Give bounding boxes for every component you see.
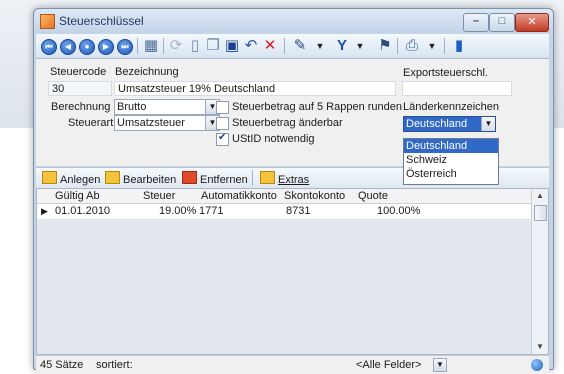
- window-title: Steuerschlüssel: [59, 14, 144, 28]
- toolbar-separator: [284, 38, 285, 54]
- first-record-icon[interactable]: ⏮: [41, 39, 57, 55]
- grid-icon[interactable]: ▦: [142, 37, 160, 55]
- minimize-button[interactable]: –: [463, 13, 489, 32]
- aenderbar-label: Steuerbetrag änderbar: [232, 117, 343, 129]
- column-skontokonto[interactable]: Skontokonto: [284, 190, 345, 202]
- steuerart-select[interactable]: Umsatzsteuer ▼: [114, 115, 220, 131]
- cell-quote: 100.00%: [377, 205, 421, 217]
- column-quote[interactable]: Quote: [358, 190, 388, 202]
- add-icon: [42, 171, 57, 184]
- maximize-button[interactable]: □: [489, 13, 515, 32]
- chevron-down-icon[interactable]: ▼: [481, 117, 495, 131]
- entfernen-button[interactable]: Entfernen: [182, 171, 248, 186]
- column-steuer[interactable]: Steuer: [143, 190, 175, 202]
- steuerart-value: Umsatzsteuer: [117, 117, 185, 129]
- exit-icon[interactable]: ▮: [450, 37, 468, 55]
- laenderkennzeichen-label: Länderkennzeichen: [403, 101, 500, 113]
- data-grid: Gültig Ab Steuer Automatikkonto Skontoko…: [36, 188, 549, 355]
- option-deutschland[interactable]: Deutschland: [404, 139, 498, 153]
- titlebar[interactable]: Steuerschlüssel – □ ✕: [34, 9, 553, 33]
- exportsteuerschl-field[interactable]: [402, 81, 512, 96]
- cell-gueltig-ab: 01.01.2010: [55, 205, 111, 217]
- toolbar-separator: [163, 38, 164, 54]
- option-oesterreich[interactable]: Österreich: [404, 167, 498, 181]
- current-row-icon: ▶: [41, 206, 48, 216]
- remove-icon: [182, 171, 197, 184]
- copy-icon[interactable]: ❐: [204, 37, 222, 55]
- steuercode-label: Steuercode: [50, 66, 107, 78]
- delete-icon[interactable]: ✕: [261, 37, 279, 55]
- rappen-label: Steuerbetrag auf 5 Rappen runden: [232, 101, 403, 113]
- steuerart-label: Steuerart: [68, 117, 114, 129]
- field-filter-select[interactable]: ▼: [433, 358, 447, 372]
- scroll-up-icon[interactable]: ▲: [532, 189, 548, 203]
- extras-icon: [260, 171, 275, 184]
- bezeichnung-label: Bezeichnung: [115, 66, 179, 78]
- flag-icon[interactable]: ⚑: [376, 37, 394, 55]
- cell-steuer: 19.00%: [159, 205, 197, 217]
- new-icon[interactable]: ▯: [186, 37, 204, 55]
- app-icon: [40, 14, 55, 29]
- print-dropdown-icon[interactable]: ▼: [423, 37, 441, 55]
- bezeichnung-field[interactable]: Umsatzsteuer 19% Deutschland: [114, 81, 396, 96]
- steuerschluessel-window: Steuerschlüssel – □ ✕ ⏮ ◀ ● ▶ ⏭ ▦ ⟳ ▯ ❐ …: [33, 8, 554, 374]
- laenderkennzeichen-value: Deutschland: [406, 118, 468, 130]
- toolbar: ⏮ ◀ ● ▶ ⏭ ▦ ⟳ ▯ ❐ ▣ ↶ ✕ ✎ ▼ Y ▼ ⚑ ⎙ ▼ ▮: [36, 34, 549, 59]
- globe-icon[interactable]: [531, 359, 543, 371]
- print-icon[interactable]: ⎙: [403, 37, 421, 55]
- ustid-checkbox[interactable]: [216, 132, 229, 146]
- maximize-icon: □: [498, 15, 506, 27]
- vertical-scrollbar[interactable]: ▲ ▼: [531, 189, 548, 354]
- grid-header: Gültig Ab Steuer Automatikkonto Skontoko…: [37, 189, 533, 204]
- berechnung-select[interactable]: Brutto ▼: [114, 99, 220, 115]
- last-record-icon[interactable]: ⏭: [117, 39, 133, 55]
- tools-icon[interactable]: ✎: [291, 37, 309, 55]
- ustid-label: UStID notwendig: [232, 133, 315, 145]
- anlegen-button[interactable]: Anlegen: [42, 171, 100, 186]
- scroll-thumb[interactable]: [534, 205, 547, 221]
- aenderbar-checkbox[interactable]: [216, 117, 229, 130]
- close-icon: ✕: [527, 16, 537, 28]
- chevron-down-icon[interactable]: ▼: [434, 359, 446, 371]
- scroll-down-icon[interactable]: ▼: [532, 340, 548, 354]
- status-bar: 45 Sätze sortiert: <Alle Felder> ▼: [36, 355, 549, 374]
- cell-skontokonto: 8731: [286, 205, 311, 217]
- current-record-icon[interactable]: ●: [79, 39, 95, 55]
- minimize-icon: –: [472, 15, 480, 27]
- berechnung-label: Berechnung: [51, 101, 111, 113]
- rappen-checkbox[interactable]: [216, 101, 229, 114]
- extras-button[interactable]: Extras: [260, 171, 309, 186]
- laender-dropdown-list: Deutschland Schweiz Österreich: [403, 138, 499, 185]
- bearbeiten-button[interactable]: Bearbeiten: [105, 171, 176, 186]
- previous-record-icon[interactable]: ◀: [60, 39, 76, 55]
- field-filter-value: <Alle Felder>: [356, 359, 422, 371]
- table-row[interactable]: ▶ 01.01.2010 19.00% 1771 8731 100.00%: [37, 204, 533, 219]
- save-icon[interactable]: ▣: [223, 37, 241, 55]
- filter-dropdown-icon[interactable]: ▼: [351, 37, 369, 55]
- refresh-icon[interactable]: ⟳: [167, 37, 185, 55]
- cell-automatikkonto: 1771: [199, 205, 224, 217]
- column-gueltig-ab[interactable]: Gültig Ab: [55, 190, 100, 202]
- tools-dropdown-icon[interactable]: ▼: [311, 37, 329, 55]
- column-automatikkonto[interactable]: Automatikkonto: [201, 190, 277, 202]
- steuercode-field[interactable]: 30: [48, 81, 112, 96]
- close-button[interactable]: ✕: [515, 13, 549, 32]
- toolbar-separator: [444, 38, 445, 54]
- filter-icon[interactable]: Y: [333, 37, 351, 55]
- sort-label: sortiert:: [96, 359, 133, 371]
- next-record-icon[interactable]: ▶: [98, 39, 114, 55]
- toolbar-separator: [397, 38, 398, 54]
- edit-icon: [105, 171, 120, 184]
- record-count: 45 Sätze: [40, 359, 84, 371]
- berechnung-value: Brutto: [117, 101, 147, 113]
- exportsteuerschl-label: Exportsteuerschl.: [403, 67, 488, 79]
- toolbar-separator: [137, 38, 138, 54]
- laenderkennzeichen-select[interactable]: Deutschland ▼: [403, 116, 496, 132]
- option-schweiz[interactable]: Schweiz: [404, 153, 498, 167]
- undo-icon[interactable]: ↶: [242, 37, 260, 55]
- action-separator: [252, 170, 253, 186]
